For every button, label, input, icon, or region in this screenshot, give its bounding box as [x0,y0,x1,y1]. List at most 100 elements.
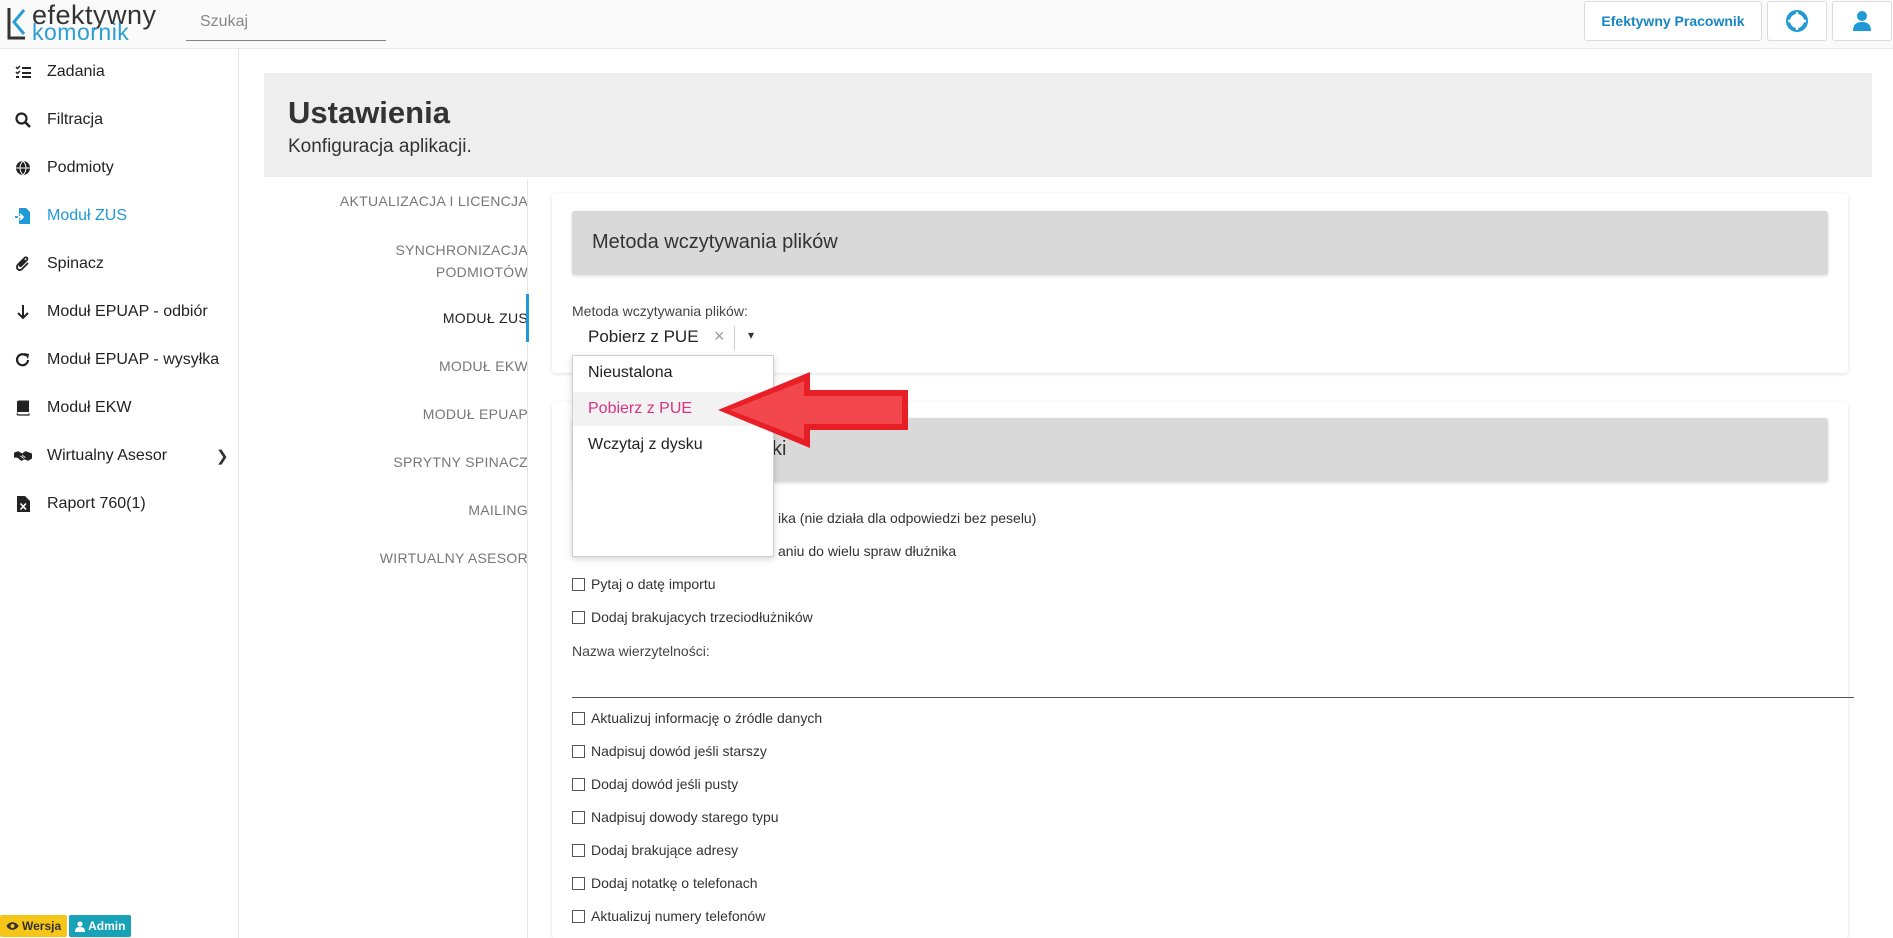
checkbox-label: Nadpisuj dowody starego typu [591,809,779,825]
checkbox[interactable] [572,744,585,758]
file-import-icon [14,207,32,225]
sidebar-item-wirtualny-asesor[interactable]: Wirtualny Asesor ❯ [0,436,238,476]
checkbox-label: Aktualizuj informację o źródle danych [591,710,823,726]
top-bar: efektywny komornik Efektywny Pracownik [0,0,1893,49]
tab-modul-epuap[interactable]: MODUŁ EPUAP [423,403,528,425]
tasks-list-icon [14,63,32,81]
checkbox-row[interactable]: Dodaj dowód jeśli pusty [572,774,738,794]
footer-badges: Wersja Admin [0,915,132,937]
checkbox-label: Dodaj dowód jeśli pusty [591,776,739,792]
method-card-title: Metoda wczytywania plików [592,231,838,253]
help-button[interactable] [1767,1,1827,41]
checkbox[interactable] [572,810,585,824]
sidebar-item-raport[interactable]: Raport 760(1) [0,484,238,524]
tab-label-line: PODMIOTÓW [435,264,528,280]
sidebar-item-podmioty[interactable]: Podmioty [0,148,238,188]
user-profile-button[interactable] [1832,1,1892,41]
checkbox-row[interactable]: Aktualizuj numery telefonów [572,906,765,926]
method-select[interactable]: Pobierz z PUE × ▾ [572,322,772,354]
checkbox-row[interactable]: Dodaj brakujacych trzeciodłużników [572,607,813,627]
method-select-value: Pobierz z PUE [588,327,699,346]
claim-name-label: Nazwa wierzytelności: [572,643,710,659]
checkbox[interactable] [572,577,585,591]
checkbox-row[interactable]: Pytaj o datę importu [572,574,716,594]
checkbox-row[interactable]: Nadpisuj dowód jeśli starszy [572,741,767,761]
tab-wirtualny-asesor[interactable]: WIRTUALNY ASESOR [380,547,528,569]
checkbox[interactable] [572,610,585,624]
claim-name-input[interactable] [572,673,1854,698]
sidebar-item-label: Moduł EPUAP - odbiór [47,303,208,320]
user-icon [1853,11,1871,31]
tab-synchronizacja[interactable]: SYNCHRONIZACJA PODMIOTÓW [395,239,528,283]
checkbox-label: Aktualizuj numery telefonów [591,908,766,924]
checkbox-label: Pytaj o datę importu [591,576,716,592]
checkbox-label: ika (nie działa dla odpowiedzi bez pesel… [778,510,1037,526]
checkbox[interactable] [572,876,585,890]
book-icon [14,399,32,417]
chevron-down-icon[interactable]: ▾ [748,328,754,342]
page-title: Ustawienia [288,95,450,130]
sidebar-item-label: Zadania [47,63,105,80]
sidebar-item-spinacz[interactable]: Spinacz [0,244,238,284]
checkbox-row[interactable]: Dodaj notatkę o telefonach [572,873,758,893]
sidebar-item-label: Wirtualny Asesor [47,447,168,464]
method-card-header: Metoda wczytywania plików [572,211,1828,275]
eye-icon [6,922,19,930]
role-badge[interactable]: Admin [69,915,132,937]
page-header: Ustawienia Konfiguracja aplikacji. [264,73,1872,177]
checkbox-label: Nadpisuj dowód jeśli starszy [591,743,767,759]
sidebar: Zadania Filtracja Podmioty Moduł ZUS Spi… [0,49,239,938]
checkbox-row[interactable]: aniu do wielu spraw dłużnika [778,541,956,561]
dropdown-option-label: Pobierz z PUE [588,400,693,417]
search-box [186,6,392,41]
checkbox-row[interactable]: Aktualizuj informację o źródle danych [572,708,822,728]
checkbox[interactable] [572,909,585,923]
checkbox-row[interactable]: Dodaj brakujące adresy [572,840,738,860]
user-name-button[interactable]: Efektywny Pracownik [1584,1,1762,41]
checkbox[interactable] [572,843,585,857]
version-badge[interactable]: Wersja [0,915,68,937]
lifebuoy-icon [1786,10,1808,32]
sidebar-item-label: Spinacz [47,255,104,272]
checkbox[interactable] [572,777,585,791]
sidebar-item-label: Moduł ZUS [47,207,128,224]
sidebar-item-epuap-odbior[interactable]: Moduł EPUAP - odbiór [0,292,238,332]
dropdown-option-label: Wczytaj z dysku [588,436,703,453]
clear-icon[interactable]: × [714,326,725,347]
globe-icon [14,159,32,177]
search-icon [14,111,32,129]
sidebar-item-label: Moduł EPUAP - wysyłka [47,351,220,368]
sidebar-item-filtracja[interactable]: Filtracja [0,100,238,140]
checkbox-label: aniu do wielu spraw dłużnika [778,543,957,559]
annotation-arrow-icon [718,372,908,448]
logo-k-mark-icon [7,8,26,40]
redo-icon [14,351,32,369]
sidebar-item-label: Filtracja [47,111,104,128]
search-input[interactable] [186,6,392,38]
sidebar-item-modul-ekw[interactable]: Moduł EKW [0,388,238,428]
tab-sprytny-spinacz[interactable]: SPRYTNY SPINACZ [393,451,528,473]
tab-aktualizacja[interactable]: AKTUALIZACJA I LICENCJA [340,190,528,212]
method-field-label: Metoda wczytywania plików: [572,303,748,319]
checkbox[interactable] [572,711,585,725]
chevron-right-icon: ❯ [216,448,229,465]
paperclip-icon [14,255,32,273]
version-badge-label: Wersja [22,919,62,933]
sidebar-item-epuap-wysylka[interactable]: Moduł EPUAP - wysyłka [0,340,238,380]
checkbox-row[interactable]: ika (nie działa dla odpowiedzi bez pesel… [778,508,1036,528]
user-icon [75,920,86,932]
sidebar-item-zadania[interactable]: Zadania [0,52,238,92]
dropdown-option-label: Nieustalona [588,364,673,381]
tab-mailing[interactable]: MAILING [468,499,528,521]
sidebar-item-label: Podmioty [47,159,114,176]
sidebar-item-modul-zus[interactable]: Moduł ZUS [0,196,238,236]
tab-modul-ekw[interactable]: MODUŁ EKW [439,355,528,377]
logo[interactable]: efektywny komornik [6,0,156,45]
tab-modul-zus[interactable]: MODUŁ ZUS [443,307,528,329]
handshake-icon [14,447,32,465]
checkbox-row[interactable]: Nadpisuj dowody starego typu [572,807,779,827]
sidebar-item-label: Raport 760(1) [47,495,146,512]
active-tab-indicator [526,294,529,342]
checkbox-label: Dodaj brakujacych trzeciodłużników [591,609,813,625]
checkbox-label: Dodaj brakujące adresy [591,842,739,858]
